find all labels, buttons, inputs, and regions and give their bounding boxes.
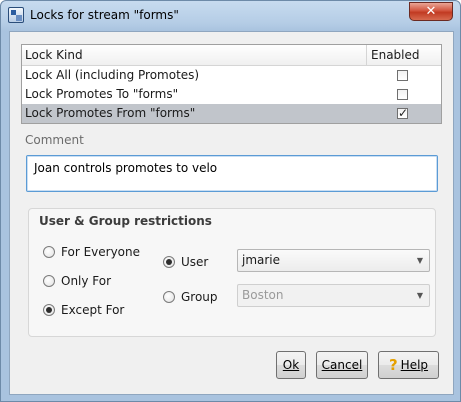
user-group-restrictions-panel: User & Group restrictions For Everyone O… [28,208,436,337]
radio-label: For Everyone [61,245,140,259]
enabled-cell [367,66,441,85]
cancel-button-label: Cancel [321,358,363,372]
user-select-value: jmarie [242,253,281,267]
comment-field[interactable]: Joan controls promotes to velo [26,155,438,192]
ok-button-label: Ok [282,358,300,372]
radio-only-for[interactable]: Only For [43,274,111,288]
help-button[interactable]: ? Help [378,351,439,379]
comment-label: Comment [25,133,84,147]
radio-label: Only For [61,274,112,288]
radio-group[interactable]: Group [163,290,218,304]
column-header-enabled[interactable]: Enabled [367,45,441,65]
radio-button-icon[interactable] [43,275,55,287]
restrictions-title: User & Group restrictions [39,214,212,228]
enabled-checkbox[interactable] [397,70,408,81]
dialog-window: Locks for stream "forms" ✕ Lock Kind Ena… [0,0,461,402]
lock-kind-cell: Lock All (including Promotes) [25,68,200,82]
table-row[interactable]: Lock Promotes To "forms" [22,85,441,104]
title-bar[interactable]: Locks for stream "forms" ✕ [1,1,460,31]
group-select-value: Boston [242,288,284,302]
window-title: Locks for stream "forms" [30,8,179,22]
column-header-lock-kind[interactable]: Lock Kind [22,45,367,65]
lock-kind-cell: Lock Promotes To "forms" [25,87,179,101]
lock-kind-cell: Lock Promotes From "forms" [25,106,196,120]
radio-except-for[interactable]: Except For [43,303,124,317]
table-row[interactable]: Lock Promotes From "forms" [22,104,441,123]
radio-label: Except For [61,303,125,317]
cancel-button[interactable]: Cancel [316,351,368,379]
help-button-label: Help [400,358,429,372]
help-icon: ? [388,356,398,374]
radio-label: User [181,255,209,269]
radio-button-icon[interactable] [43,304,55,316]
radio-button-icon[interactable] [163,256,175,268]
enabled-cell [367,104,441,123]
radio-button-icon[interactable] [43,246,55,258]
radio-label: Group [181,290,218,304]
enabled-checkbox[interactable] [397,89,408,100]
app-icon [8,7,24,23]
dialog-body: Lock Kind Enabled Lock All (including Pr… [9,31,454,395]
table-body: Lock All (including Promotes) Lock Promot… [22,66,441,123]
chevron-down-icon: ▼ [416,291,423,300]
user-select[interactable]: jmarie ▼ [237,249,430,272]
lock-table: Lock Kind Enabled Lock All (including Pr… [21,44,442,124]
close-icon: ✕ [425,4,437,19]
enabled-checkbox[interactable] [397,106,408,120]
enabled-cell [367,85,441,104]
radio-for-everyone[interactable]: For Everyone [43,245,140,259]
close-button[interactable]: ✕ [409,2,453,21]
radio-user[interactable]: User [163,255,208,269]
table-header: Lock Kind Enabled [22,45,441,66]
ok-button[interactable]: Ok [276,351,306,379]
radio-button-icon[interactable] [163,291,175,303]
table-row[interactable]: Lock All (including Promotes) [22,66,441,85]
group-select[interactable]: Boston ▼ [237,284,430,307]
chevron-down-icon: ▼ [416,256,423,265]
